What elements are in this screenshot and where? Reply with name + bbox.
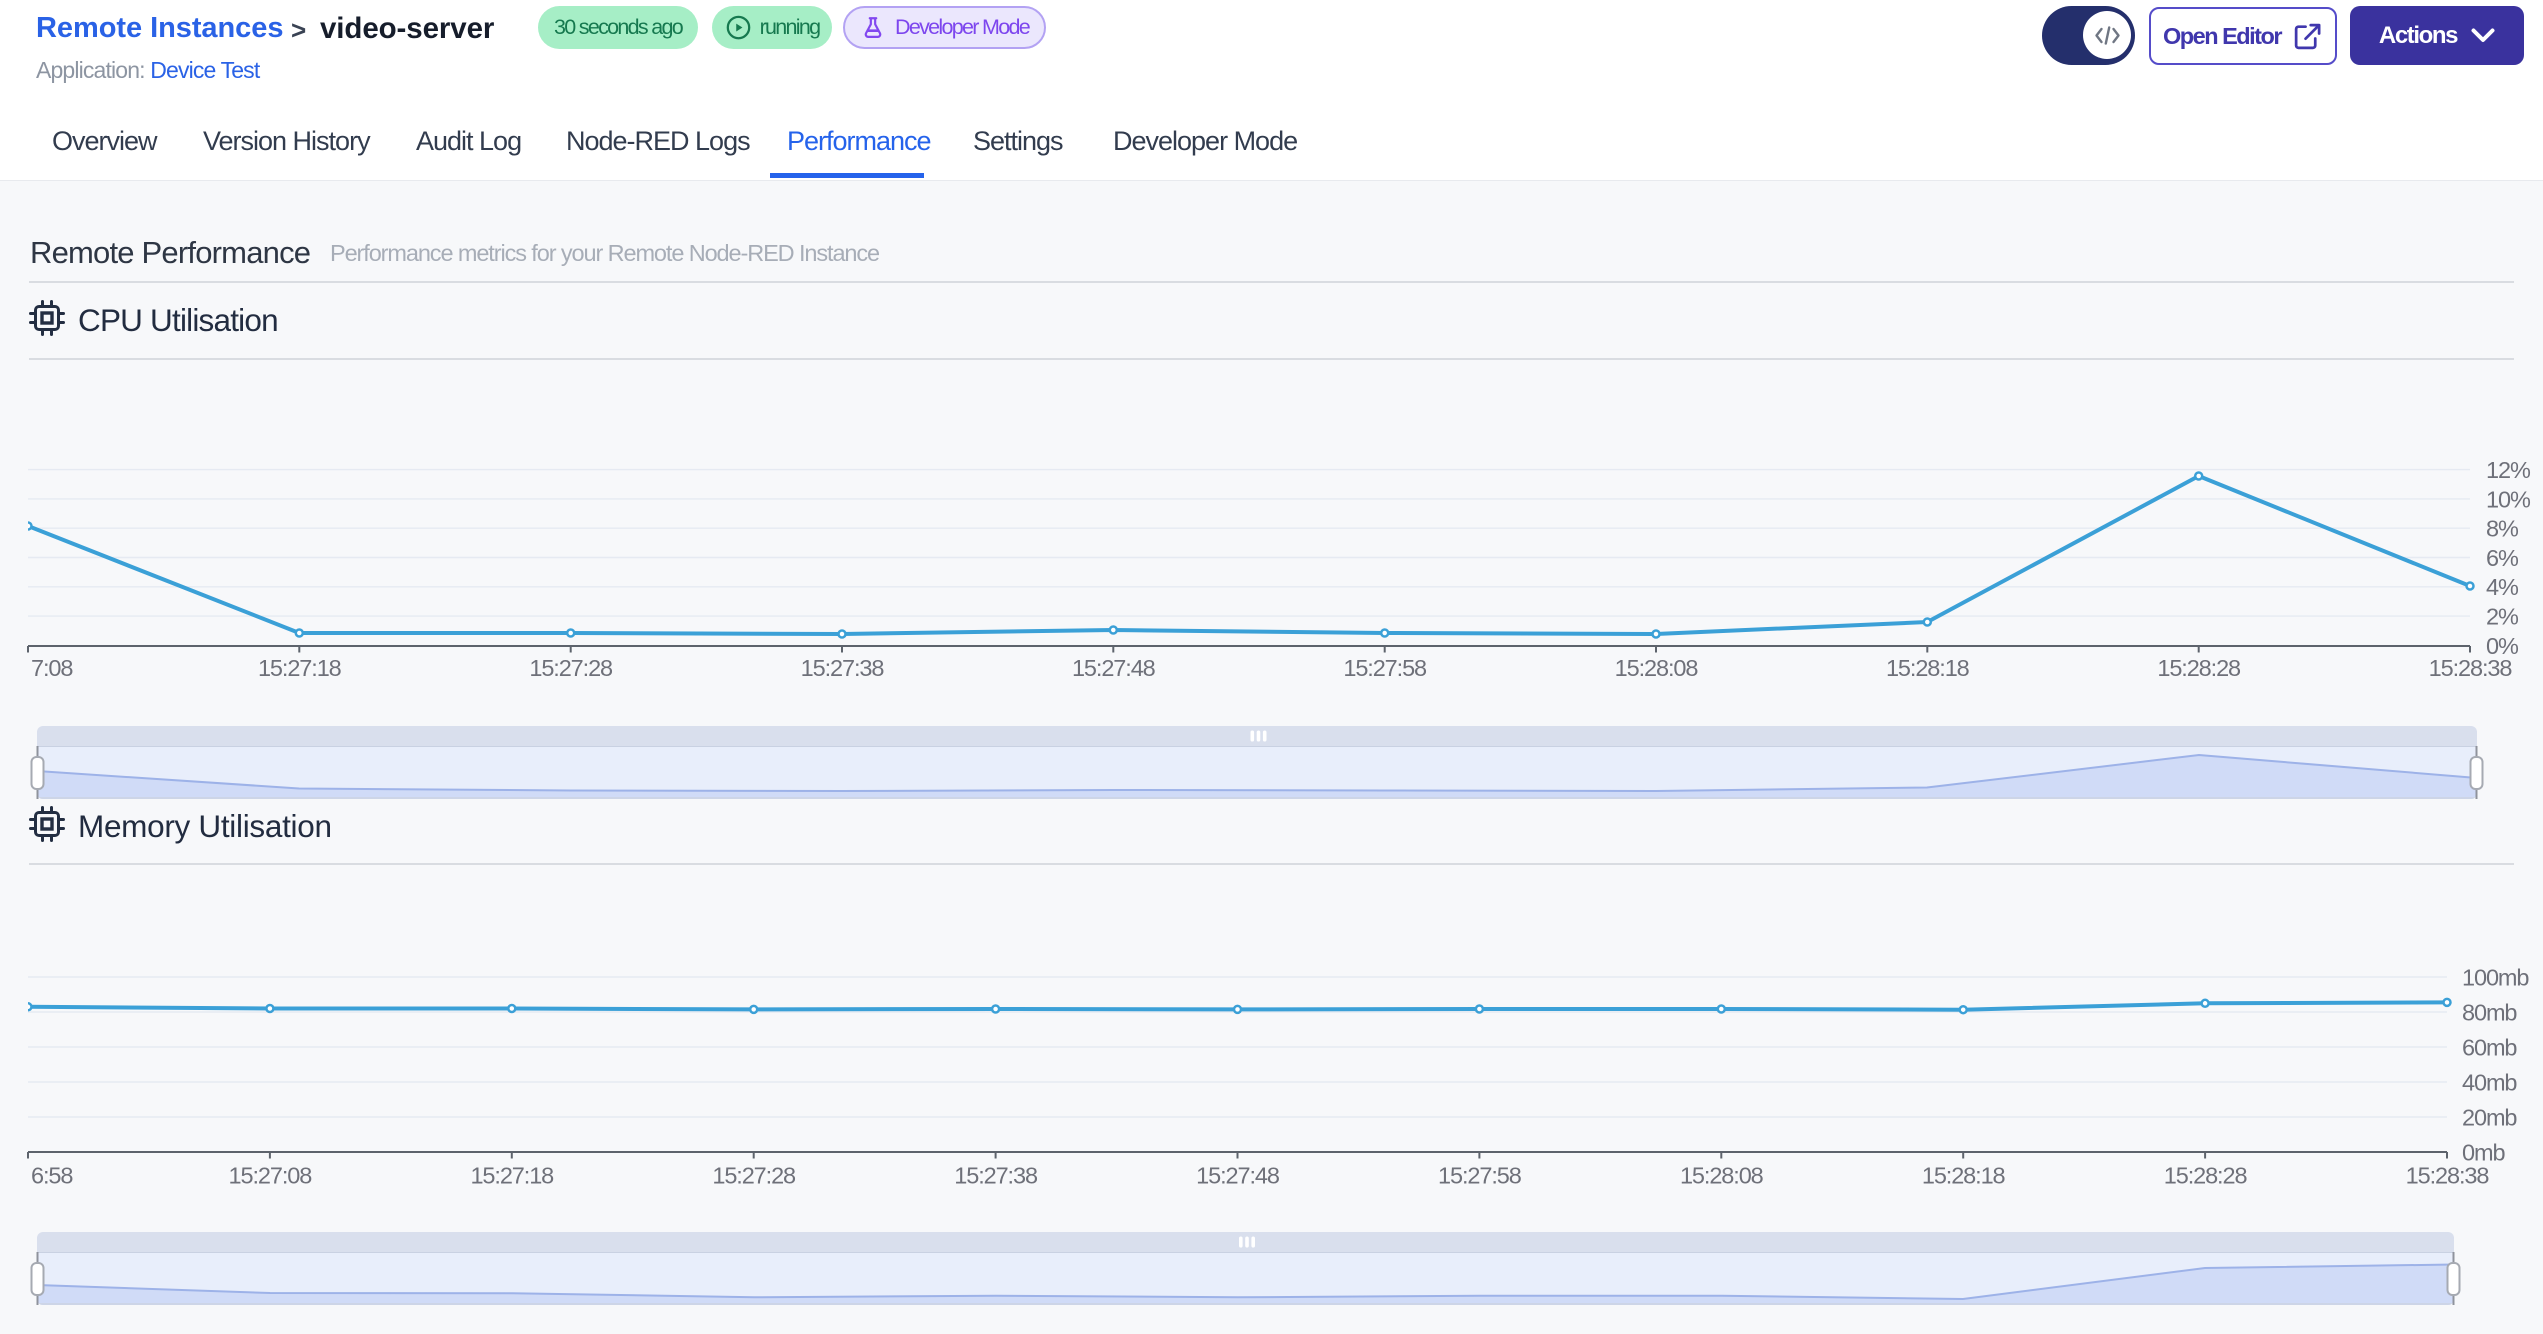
svg-text:15:28:38: 15:28:38 bbox=[2429, 655, 2513, 681]
svg-text:15:27:48: 15:27:48 bbox=[1196, 1163, 1280, 1189]
svg-text:2%: 2% bbox=[2486, 604, 2519, 630]
svg-text:15:28:08: 15:28:08 bbox=[1615, 655, 1699, 681]
svg-text:15:28:28: 15:28:28 bbox=[2164, 1163, 2248, 1189]
svg-text:4%: 4% bbox=[2486, 574, 2519, 600]
svg-text:15:28:18: 15:28:18 bbox=[1886, 655, 1970, 681]
svg-text:6%: 6% bbox=[2486, 545, 2519, 571]
svg-text:15:28:18: 15:28:18 bbox=[1922, 1163, 2006, 1189]
svg-text:15:27:58: 15:27:58 bbox=[1438, 1163, 1522, 1189]
svg-text:8%: 8% bbox=[2486, 516, 2519, 542]
svg-text:10%: 10% bbox=[2486, 486, 2531, 512]
svg-text:15:27:08: 15:27:08 bbox=[229, 1163, 313, 1189]
svg-text:15:27:18: 15:27:18 bbox=[470, 1163, 554, 1189]
svg-text:40mb: 40mb bbox=[2462, 1070, 2517, 1096]
svg-text:15:27:58: 15:27:58 bbox=[1343, 655, 1427, 681]
svg-text:20mb: 20mb bbox=[2462, 1105, 2517, 1131]
svg-text:15:27:18: 15:27:18 bbox=[258, 655, 342, 681]
svg-text:15:28:28: 15:28:28 bbox=[2157, 655, 2241, 681]
svg-text:15:27:38: 15:27:38 bbox=[954, 1163, 1038, 1189]
svg-text:15:27:28: 15:27:28 bbox=[712, 1163, 796, 1189]
svg-text:15:27:48: 15:27:48 bbox=[1072, 655, 1156, 681]
svg-text:15:27:28: 15:27:28 bbox=[529, 655, 613, 681]
svg-text:80mb: 80mb bbox=[2462, 1000, 2517, 1026]
svg-text:100mb: 100mb bbox=[2462, 965, 2529, 991]
svg-text:15:28:38: 15:28:38 bbox=[2406, 1163, 2490, 1189]
svg-text:15:27:38: 15:27:38 bbox=[801, 655, 885, 681]
svg-text:60mb: 60mb bbox=[2462, 1035, 2517, 1061]
svg-text:15:28:08: 15:28:08 bbox=[1680, 1163, 1764, 1189]
svg-text:12%: 12% bbox=[2486, 457, 2531, 483]
svg-text:7:08: 7:08 bbox=[31, 655, 73, 681]
svg-text:6:58: 6:58 bbox=[31, 1163, 73, 1189]
